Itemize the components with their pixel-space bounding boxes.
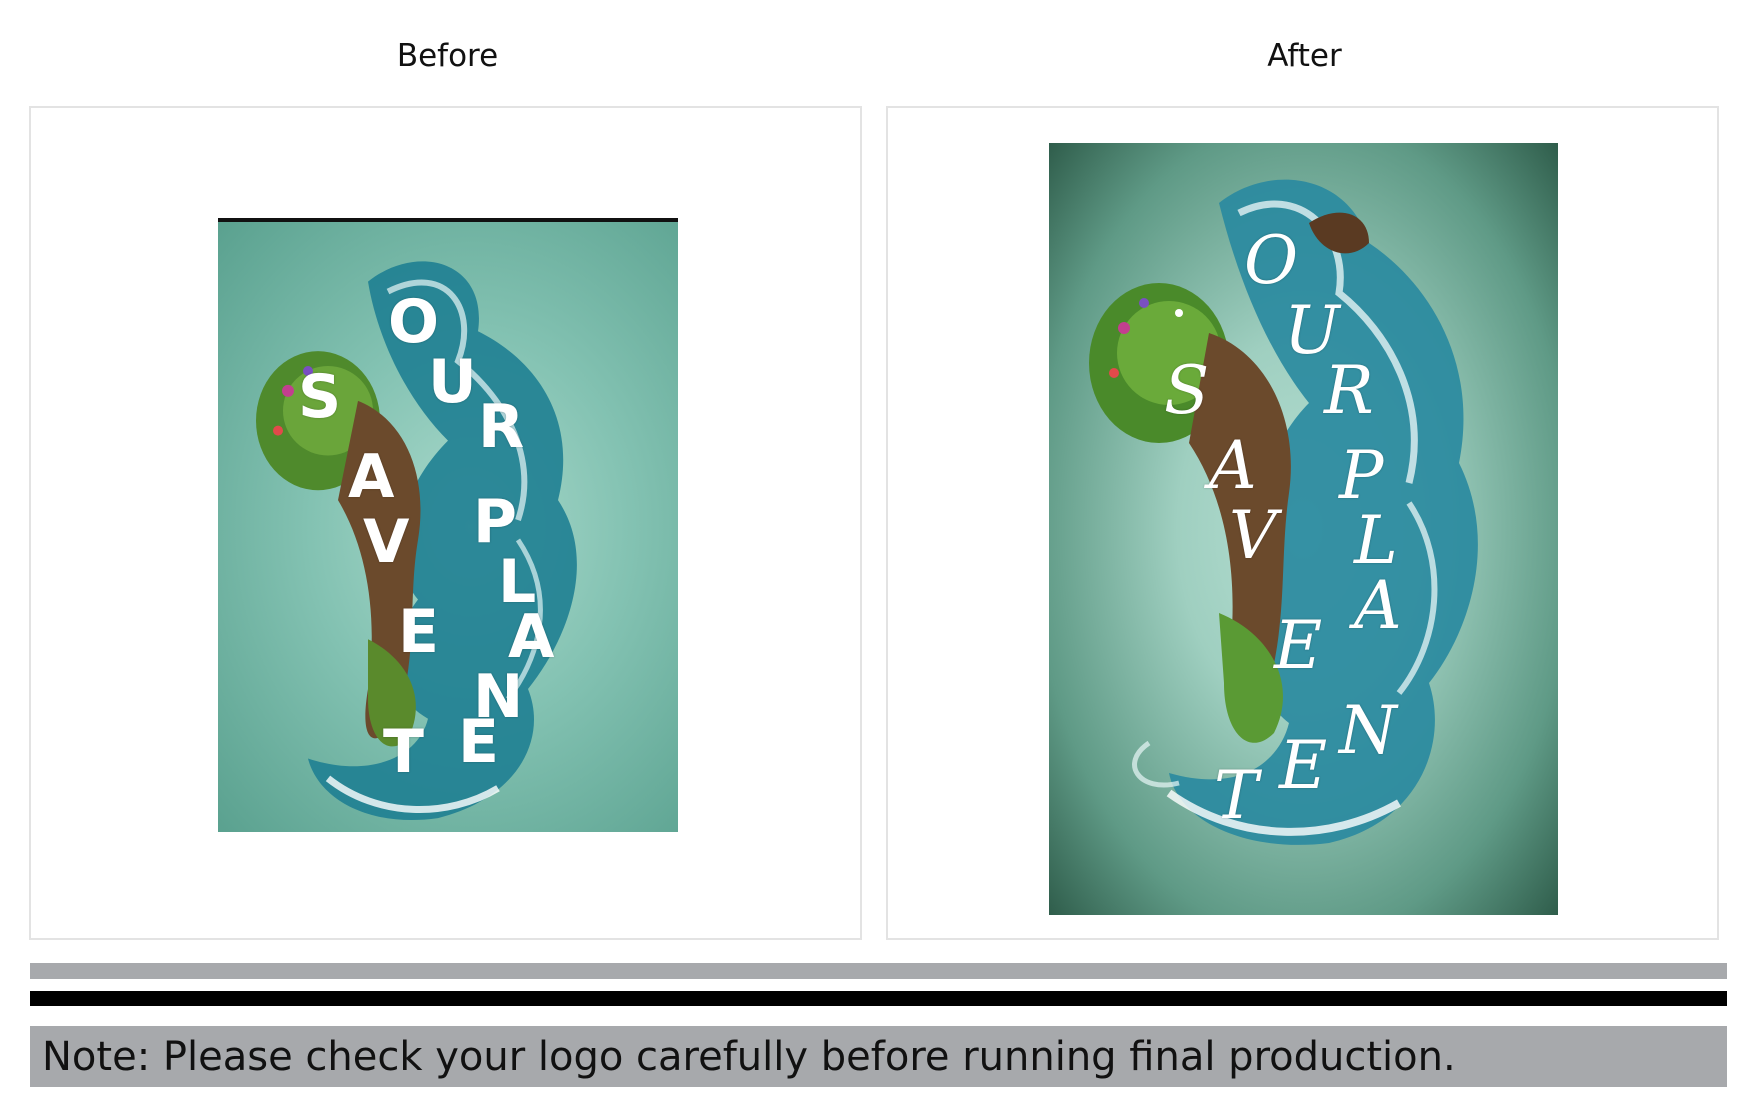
after-artwork-image: O U R P L A N E T S A V E xyxy=(1049,143,1558,915)
after-letter-t: T xyxy=(1214,757,1259,834)
before-letter-a: A xyxy=(348,442,395,512)
before-artwork-illustration xyxy=(256,261,577,821)
note-text: Note: Please check your logo carefully b… xyxy=(42,1034,1456,1080)
after-letter-r: R xyxy=(1324,352,1374,429)
before-letter-t: T xyxy=(383,717,424,787)
before-letter-r: R xyxy=(478,392,525,462)
before-letter-o: O xyxy=(388,287,440,357)
after-panel: O U R P L A N E T S A V E xyxy=(886,106,1719,940)
before-letter-e2: E xyxy=(458,707,499,777)
after-letter-a2: A xyxy=(1354,567,1402,644)
after-letter-a: A xyxy=(1209,427,1257,504)
note-banner: Note: Please check your logo carefully b… xyxy=(30,1026,1727,1087)
after-letter-p: P xyxy=(1339,437,1384,514)
after-letter-s: S xyxy=(1164,352,1210,429)
after-heading: After xyxy=(1267,38,1342,74)
after-letter-v: V xyxy=(1229,497,1277,574)
after-letter-l: L xyxy=(1354,502,1398,579)
before-letter-u: U xyxy=(428,347,477,417)
before-artwork-image: O U R P L A N E T S A V E xyxy=(218,218,678,832)
before-letter-p: P xyxy=(473,487,517,557)
black-divider-bar xyxy=(30,991,1727,1006)
before-letter-v: V xyxy=(363,507,410,577)
before-panel: O U R P L A N E T S A V E xyxy=(29,106,862,940)
grey-divider-bar xyxy=(30,963,1727,979)
after-letter-o: O xyxy=(1244,222,1299,299)
after-letter-e2: E xyxy=(1279,727,1328,804)
after-letter-n: N xyxy=(1339,692,1397,769)
before-letter-s: S xyxy=(298,362,342,432)
after-letter-e: E xyxy=(1274,607,1323,684)
before-letter-a2: A xyxy=(508,602,555,672)
before-letter-e: E xyxy=(398,597,439,667)
before-heading: Before xyxy=(396,38,499,74)
